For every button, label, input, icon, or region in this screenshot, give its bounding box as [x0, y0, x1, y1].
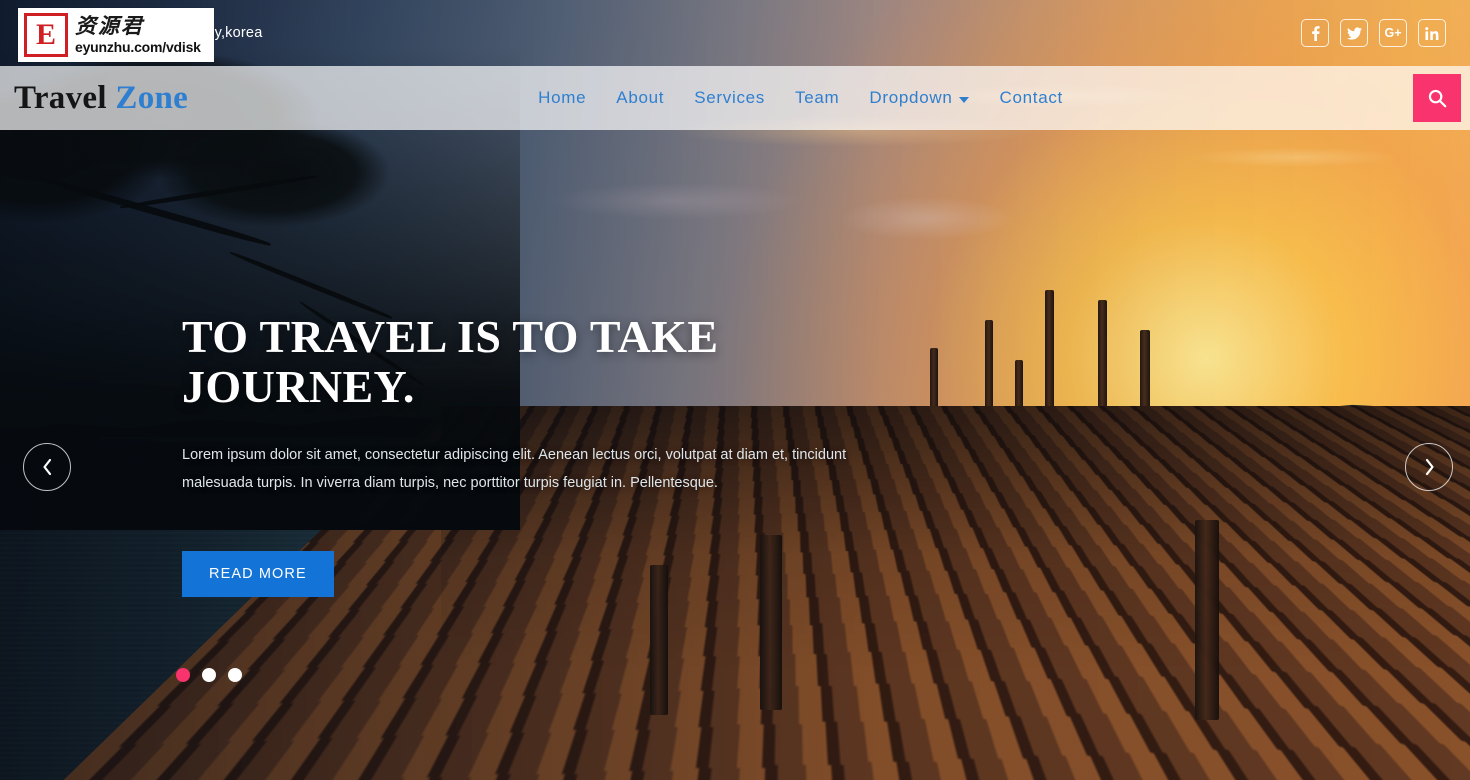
twitter-icon[interactable] [1340, 19, 1368, 47]
watermark-logo-letter: E [24, 13, 68, 57]
linkedin-icon[interactable] [1418, 19, 1446, 47]
page-stage: Block,Magestic Residency,korea G+ Travel… [0, 0, 1470, 780]
nav-item-team[interactable]: Team [795, 88, 839, 108]
nav-item-label: About [616, 88, 664, 108]
search-icon [1426, 87, 1448, 109]
social-links: G+ [1301, 19, 1446, 47]
nav-item-label: Team [795, 88, 839, 108]
chevron-right-icon [1423, 457, 1436, 477]
logo-text-primary: Travel [14, 80, 107, 116]
nav-item-services[interactable]: Services [694, 88, 765, 108]
watermark-overlay: E 资源君 eyunzhu.com/vdisk [18, 8, 214, 62]
search-button[interactable] [1413, 74, 1461, 122]
carousel-indicators [176, 668, 242, 682]
google-plus-icon[interactable]: G+ [1379, 19, 1407, 47]
hero-description: Lorem ipsum dolor sit amet, consectetur … [182, 441, 872, 497]
carousel-dot-1[interactable] [176, 668, 190, 682]
nav-item-home[interactable]: Home [538, 88, 586, 108]
nav-item-dropdown[interactable]: Dropdown [869, 88, 969, 108]
top-bar: Block,Magestic Residency,korea G+ [0, 0, 1470, 66]
nav-item-about[interactable]: About [616, 88, 664, 108]
nav-item-contact[interactable]: Contact [999, 88, 1063, 108]
watermark-chinese-text: 资源君 [75, 15, 201, 38]
read-more-button[interactable]: READ MORE [182, 551, 334, 597]
nav-item-label: Home [538, 88, 586, 108]
carousel-prev-button[interactable] [23, 443, 71, 491]
hero-title: TO TRAVEL IS TO TAKE JOURNEY. [182, 312, 742, 411]
chevron-left-icon [41, 457, 54, 477]
facebook-icon[interactable] [1301, 19, 1329, 47]
nav-item-label: Services [694, 88, 765, 108]
site-logo[interactable]: Travel Zone [0, 80, 188, 117]
chevron-down-icon [959, 97, 969, 103]
nav-item-label: Contact [999, 88, 1063, 108]
nav-item-label: Dropdown [869, 88, 952, 108]
logo-text-secondary: Zone [115, 80, 188, 116]
carousel-dot-3[interactable] [228, 668, 242, 682]
carousel-next-button[interactable] [1405, 443, 1453, 491]
watermark-text-group: 资源君 eyunzhu.com/vdisk [75, 15, 201, 55]
watermark-url: eyunzhu.com/vdisk [75, 39, 201, 55]
main-navbar: Travel Zone Home About Services Team Dro… [0, 66, 1470, 130]
nav-menu: Home About Services Team Dropdown Contac… [188, 88, 1413, 108]
carousel-dot-2[interactable] [202, 668, 216, 682]
hero-slide-content: TO TRAVEL IS TO TAKE JOURNEY. Lorem ipsu… [182, 312, 922, 597]
